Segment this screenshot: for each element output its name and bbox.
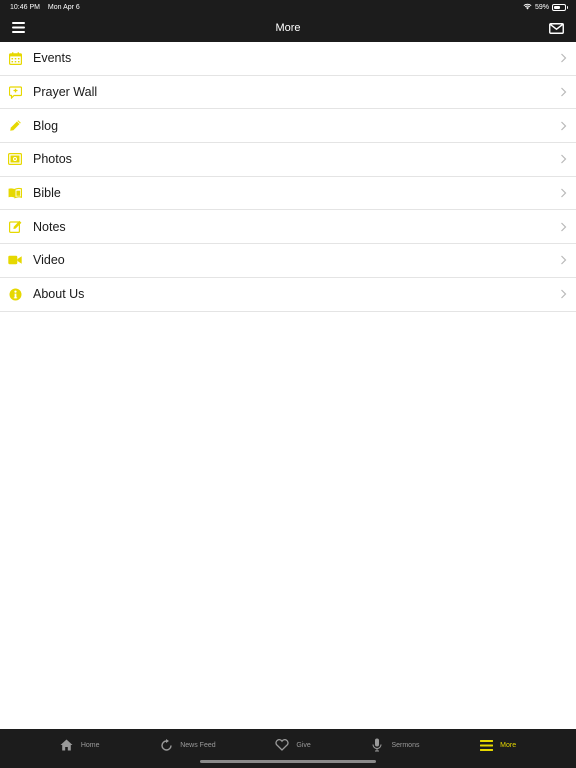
photo-icon [8, 152, 22, 166]
menu-item-label: About Us [33, 287, 85, 302]
prayer-bubble-icon [8, 85, 22, 99]
status-bar: 10:46 PM Mon Apr 6 59% [0, 0, 576, 14]
menu-item-prayer-wall[interactable]: Prayer Wall [0, 76, 576, 110]
mail-icon [548, 22, 564, 34]
battery-fill [554, 5, 560, 9]
chevron-right-icon [561, 289, 567, 299]
status-date: Mon Apr 6 [47, 3, 80, 11]
status-left: 10:46 PM Mon Apr 6 [10, 4, 86, 11]
calendar-icon [8, 51, 22, 65]
more-menu-list: Events Prayer Wall Blog Photos Bible Not… [0, 42, 576, 312]
menu-item-label: Events [33, 51, 72, 66]
chevron-right-icon [561, 222, 567, 232]
tab-give[interactable]: Give [275, 729, 311, 761]
page-title: More [275, 22, 301, 34]
menu-item-about-us[interactable]: About Us [0, 278, 576, 312]
menu-item-label: Video [33, 253, 65, 268]
nav-bar: More [0, 14, 576, 42]
chevron-right-icon [561, 87, 567, 97]
tab-more[interactable]: More [479, 729, 516, 761]
tab-label: News Feed [180, 741, 216, 749]
menu-item-label: Photos [33, 152, 72, 167]
tab-label: Give [296, 741, 311, 749]
status-time: 10:46 PM [10, 3, 40, 11]
hamburger-menu-button[interactable] [12, 21, 25, 34]
menu-item-label: Prayer Wall [33, 85, 98, 100]
status-right: 59% [523, 3, 568, 12]
chevron-right-icon [561, 154, 567, 164]
pencil-icon [8, 119, 22, 133]
chevron-right-icon [561, 256, 567, 265]
refresh-icon [159, 738, 173, 752]
battery-icon [552, 3, 568, 11]
heart-icon [275, 738, 289, 752]
tab-label: Sermons [391, 741, 420, 749]
tab-label: More [500, 741, 517, 749]
tab-sermons[interactable]: Sermons [370, 729, 419, 761]
chevron-right-icon [561, 188, 567, 198]
app-screen: 10:46 PM Mon Apr 6 59% More Events Praye… [0, 0, 576, 768]
menu-item-blog[interactable]: Blog [0, 109, 576, 144]
home-icon [60, 738, 74, 752]
menu-item-label: Bible [33, 186, 61, 201]
info-icon [8, 287, 22, 301]
menu-item-bible[interactable]: Bible [0, 177, 576, 211]
menu-item-video[interactable]: Video [0, 244, 576, 278]
battery-percent: 59% [534, 3, 549, 11]
microphone-icon [370, 738, 384, 752]
book-icon [8, 186, 22, 200]
tab-label: Home [80, 741, 100, 749]
video-camera-icon [8, 253, 22, 267]
note-edit-icon [8, 220, 22, 234]
tab-news-feed[interactable]: News Feed [159, 729, 216, 761]
home-indicator[interactable] [200, 760, 376, 763]
menu-item-label: Blog [33, 118, 59, 133]
mail-button[interactable] [548, 21, 564, 35]
menu-item-photos[interactable]: Photos [0, 143, 576, 177]
wifi-icon [523, 3, 532, 12]
menu-lines-icon [479, 738, 493, 752]
chevron-right-icon [561, 53, 567, 63]
hamburger-icon [12, 22, 25, 33]
menu-item-notes[interactable]: Notes [0, 210, 576, 245]
chevron-right-icon [561, 121, 567, 131]
tab-home[interactable]: Home [60, 729, 100, 761]
menu-item-label: Notes [33, 219, 66, 234]
menu-item-events[interactable]: Events [0, 42, 576, 76]
